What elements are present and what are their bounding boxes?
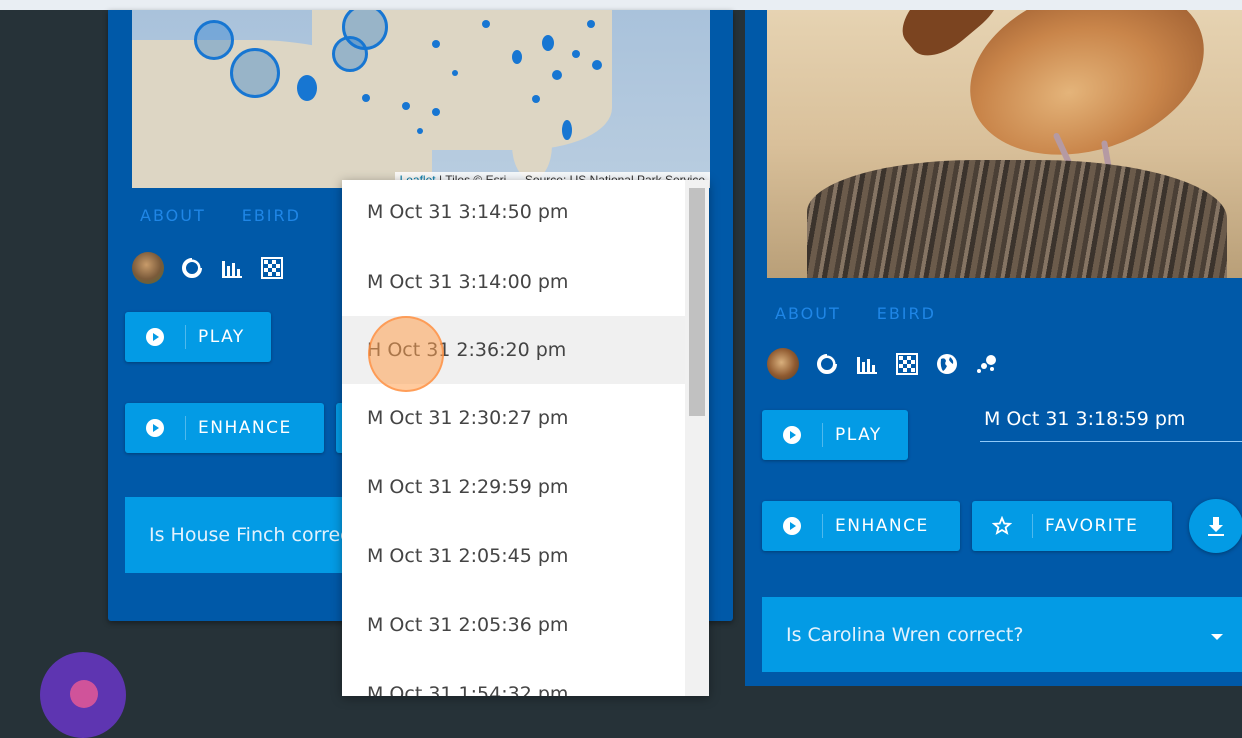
dropdown-item[interactable]: M Oct 31 2:30:27 pm [342, 384, 685, 452]
tree-stump [807, 160, 1227, 278]
map-cluster-marker[interactable] [230, 48, 280, 98]
bird-avatar[interactable] [132, 252, 164, 284]
question-text: Is Carolina Wren correct? [786, 623, 1024, 646]
recording-time-select[interactable]: M Oct 31 3:18:59 pm [980, 408, 1242, 442]
map-marker[interactable] [452, 70, 458, 76]
enhance-label: ENHANCE [835, 516, 929, 536]
map-marker[interactable] [297, 75, 317, 101]
play-circle-icon [762, 423, 823, 447]
dropdown-item[interactable]: M Oct 31 2:05:36 pm [342, 591, 685, 659]
top-strip [0, 0, 1242, 10]
map-cluster-marker[interactable] [194, 20, 234, 60]
map-marker[interactable] [512, 50, 522, 64]
dropdown-item[interactable]: M Oct 31 3:14:00 pm [342, 248, 685, 316]
map-land [512, 110, 552, 180]
dropdown-item-label: M Oct 31 2:05:36 pm [367, 614, 569, 636]
map-marker[interactable] [402, 102, 410, 110]
dropdown-scrollbar[interactable] [685, 180, 709, 696]
enhance-label: ENHANCE [198, 418, 292, 438]
play-button[interactable]: PLAY [125, 312, 271, 362]
fab-icon [70, 680, 98, 708]
map-marker[interactable] [572, 50, 580, 58]
donut-chart-icon[interactable] [180, 256, 204, 280]
map-marker[interactable] [417, 128, 423, 134]
dropdown-item[interactable]: M Oct 31 3:14:50 pm [342, 180, 685, 244]
left-tab-bar: ABOUT EBIRD [140, 206, 301, 225]
dropdown-item-label: M Oct 31 3:14:50 pm [367, 201, 569, 223]
right-icon-row [767, 348, 999, 380]
bird-photo [767, 10, 1242, 278]
bar-chart-icon[interactable] [220, 256, 244, 280]
map-marker[interactable] [432, 108, 440, 116]
dropdown-item-label: M Oct 31 2:05:45 pm [367, 545, 569, 567]
left-icon-row [132, 252, 284, 284]
play-circle-icon [125, 325, 186, 349]
star-icon [972, 514, 1033, 538]
map-marker[interactable] [562, 120, 572, 140]
favorite-label: FAVORITE [1045, 516, 1139, 536]
click-indicator [368, 316, 444, 392]
question-text: Is House Finch correct? [149, 524, 369, 546]
map-marker[interactable] [482, 20, 490, 28]
globe-icon[interactable] [935, 352, 959, 376]
enhance-button[interactable]: ENHANCE [762, 501, 960, 551]
dropdown-item-label: M Oct 31 3:14:00 pm [367, 271, 569, 293]
download-icon [1208, 517, 1224, 536]
map-cluster-marker[interactable] [332, 36, 368, 72]
play-button[interactable]: PLAY [762, 410, 908, 460]
dropdown-item-label: M Oct 31 2:30:27 pm [367, 407, 569, 429]
right-detection-card: ABOUT EBIRD PLAY ENHANCE FAVORITE Is Car… [745, 10, 1242, 686]
dropdown-item[interactable]: M Oct 31 2:29:59 pm [342, 453, 685, 521]
grid-icon[interactable] [895, 352, 919, 376]
recording-time-dropdown[interactable]: M Oct 31 3:14:50 pm M Oct 31 3:14:00 pm … [342, 180, 709, 696]
download-button[interactable] [1189, 499, 1242, 553]
bird-body [948, 10, 1226, 184]
tab-ebird[interactable]: EBIRD [242, 206, 301, 225]
favorite-button[interactable]: FAVORITE [972, 501, 1172, 551]
time-value: M Oct 31 3:18:59 pm [984, 408, 1186, 430]
tab-about[interactable]: ABOUT [775, 304, 841, 323]
map-marker[interactable] [532, 95, 540, 103]
bar-chart-icon[interactable] [855, 352, 879, 376]
map-marker[interactable] [592, 60, 602, 70]
play-circle-icon [125, 416, 186, 440]
tab-ebird[interactable]: EBIRD [877, 304, 936, 323]
enhance-button[interactable]: ENHANCE [125, 403, 324, 453]
detections-map[interactable]: Leaflet | Tiles © Esri — Source: US Nati… [132, 10, 710, 188]
donut-chart-icon[interactable] [815, 352, 839, 376]
play-circle-icon [762, 514, 823, 538]
dropdown-item[interactable]: M Oct 31 1:54:32 pm [342, 660, 685, 696]
map-marker[interactable] [587, 20, 595, 28]
tab-about[interactable]: ABOUT [140, 206, 206, 225]
scatter-icon[interactable] [975, 352, 999, 376]
dropdown-arrow-icon [1210, 624, 1224, 646]
map-marker[interactable] [552, 70, 562, 80]
grid-icon[interactable] [260, 256, 284, 280]
dropdown-item[interactable]: M Oct 31 2:05:45 pm [342, 522, 685, 590]
map-marker[interactable] [362, 94, 370, 102]
bird-avatar[interactable] [767, 348, 799, 380]
play-label: PLAY [835, 425, 882, 445]
species-confirm-select[interactable]: Is Carolina Wren correct? [762, 597, 1242, 672]
play-label: PLAY [198, 327, 245, 347]
dropdown-item-label: M Oct 31 2:29:59 pm [367, 476, 569, 498]
right-tab-bar: ABOUT EBIRD [775, 304, 936, 323]
map-marker[interactable] [432, 40, 440, 48]
scrollbar-thumb[interactable] [689, 188, 705, 416]
dropdown-item-label: M Oct 31 1:54:32 pm [367, 683, 569, 696]
map-marker[interactable] [542, 35, 554, 51]
